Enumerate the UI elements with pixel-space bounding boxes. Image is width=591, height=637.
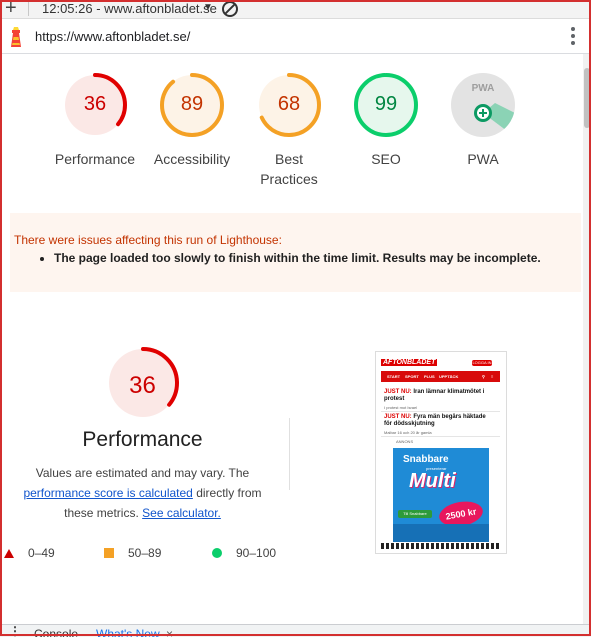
gauge-label: Performance <box>54 151 136 167</box>
ad-footer <box>393 524 489 542</box>
gauge-label: Accessibility <box>153 151 231 167</box>
gauge-score: 68 <box>277 93 301 115</box>
report-title-dropdown[interactable]: 12:05:26 - www.aftonbladet.se <box>42 1 217 16</box>
site-nav-item: START <box>387 374 401 379</box>
gauge-seo[interactable]: 99 SEO <box>336 73 436 169</box>
legend-average-label: 50–89 <box>128 546 162 560</box>
gauge-label: SEO <box>371 151 401 167</box>
ad-brand: Snabbare <box>403 454 449 465</box>
news-divider <box>381 436 500 437</box>
devtools-drawer-tabs: ⋮ Console What's New × <box>0 624 591 637</box>
gauge-pwa[interactable]: PWA PWA <box>433 73 533 169</box>
gauge-accessibility[interactable]: 89 Accessibility <box>142 73 242 169</box>
site-nav-item: PLUS <box>424 374 435 379</box>
gauge-best-practices[interactable]: 68 Best Practices <box>239 73 339 189</box>
scrollbar-thumb[interactable] <box>584 68 590 128</box>
gauge-score: 89 <box>180 93 204 115</box>
see-calculator-link[interactable]: See calculator. <box>142 506 221 520</box>
chevron-down-icon[interactable]: ▼ <box>203 2 213 13</box>
gauge-performance[interactable]: 36 Performance <box>45 73 145 169</box>
drawer-menu-icon[interactable]: ⋮ <box>9 625 21 637</box>
fail-triangle-icon <box>4 549 14 558</box>
news-sub: Malbar 16 och 20 år gamla <box>384 430 432 435</box>
legend-fail-label: 0–49 <box>28 546 55 560</box>
site-nav-item: UPPTÄCK <box>439 374 459 379</box>
performance-description: Values are estimated and may vary. The p… <box>10 463 275 523</box>
site-news-item: JUST NU: Fyra män begärs häktade för död… <box>384 414 494 428</box>
news-tag: JUST NU: <box>384 389 412 395</box>
pass-circle-icon <box>212 548 222 558</box>
score-calculated-link[interactable]: performance score is calculated <box>23 486 192 500</box>
gauge-score: 99 <box>374 93 398 115</box>
site-logo: AFTONBLADET <box>381 359 438 366</box>
legend-pass-label: 90–100 <box>236 546 277 560</box>
average-square-icon <box>104 548 114 558</box>
ad-cta: Till Snabbare <box>398 510 432 518</box>
site-nav-item: SPORT <box>405 374 419 379</box>
site-nav: START SPORT PLUS UPPTÄCK ⚲ ≡ <box>381 371 500 382</box>
more-options-icon[interactable] <box>568 27 578 47</box>
ad-title: Multi <box>409 470 456 492</box>
site-search-icon: ⚲ <box>482 374 485 379</box>
news-tag: JUST NU: <box>384 414 412 420</box>
lighthouse-icon <box>11 27 21 47</box>
page-url: https://www.aftonbladet.se/ <box>35 29 191 44</box>
clear-block-icon[interactable] <box>222 1 238 17</box>
scrollbar[interactable] <box>583 54 591 624</box>
gauge-label: PWA <box>467 151 499 167</box>
ad-label: ANNONS <box>396 439 414 444</box>
site-news-item: JUST NU: Iran lämnar klimatmötet i prote… <box>384 389 494 403</box>
warning-message: There were issues affecting this run of … <box>14 233 282 247</box>
warning-item: The page loaded too slowly to finish wit… <box>54 251 541 265</box>
performance-title: Performance <box>82 428 203 451</box>
url-bar: https://www.aftonbladet.se/ <box>0 19 591 54</box>
site-advert: Snabbare presenterar Multi 2500 kr Till … <box>393 448 489 542</box>
site-login-button: LOGGA IN <box>472 360 492 366</box>
pwa-badge-text: PWA <box>471 83 495 94</box>
news-sub: I protest mot Israel <box>384 405 418 410</box>
site-footer-strip <box>381 543 500 549</box>
final-screenshot[interactable]: AFTONBLADET LOGGA IN START SPORT PLUS UP… <box>375 351 507 554</box>
news-divider <box>381 411 500 412</box>
site-menu-icon: ≡ <box>491 374 494 379</box>
toolbar-divider <box>28 1 29 16</box>
new-tab-plus-icon[interactable]: + <box>5 0 17 20</box>
gauge-label: Best Practices <box>260 151 318 187</box>
run-warning-box: There were issues affecting this run of … <box>10 213 581 292</box>
desc-text: Values are estimated and may vary. The <box>35 466 250 480</box>
warning-list: The page loaded too slowly to finish wit… <box>10 251 541 265</box>
gauge-score: 36 <box>83 93 107 115</box>
performance-summary: 36 Performance Values are estimated and … <box>10 346 275 523</box>
performance-score: 36 <box>129 372 156 399</box>
window-top-bar: + 12:05:26 - www.aftonbladet.se ▼ <box>0 0 591 19</box>
section-divider <box>289 418 290 490</box>
